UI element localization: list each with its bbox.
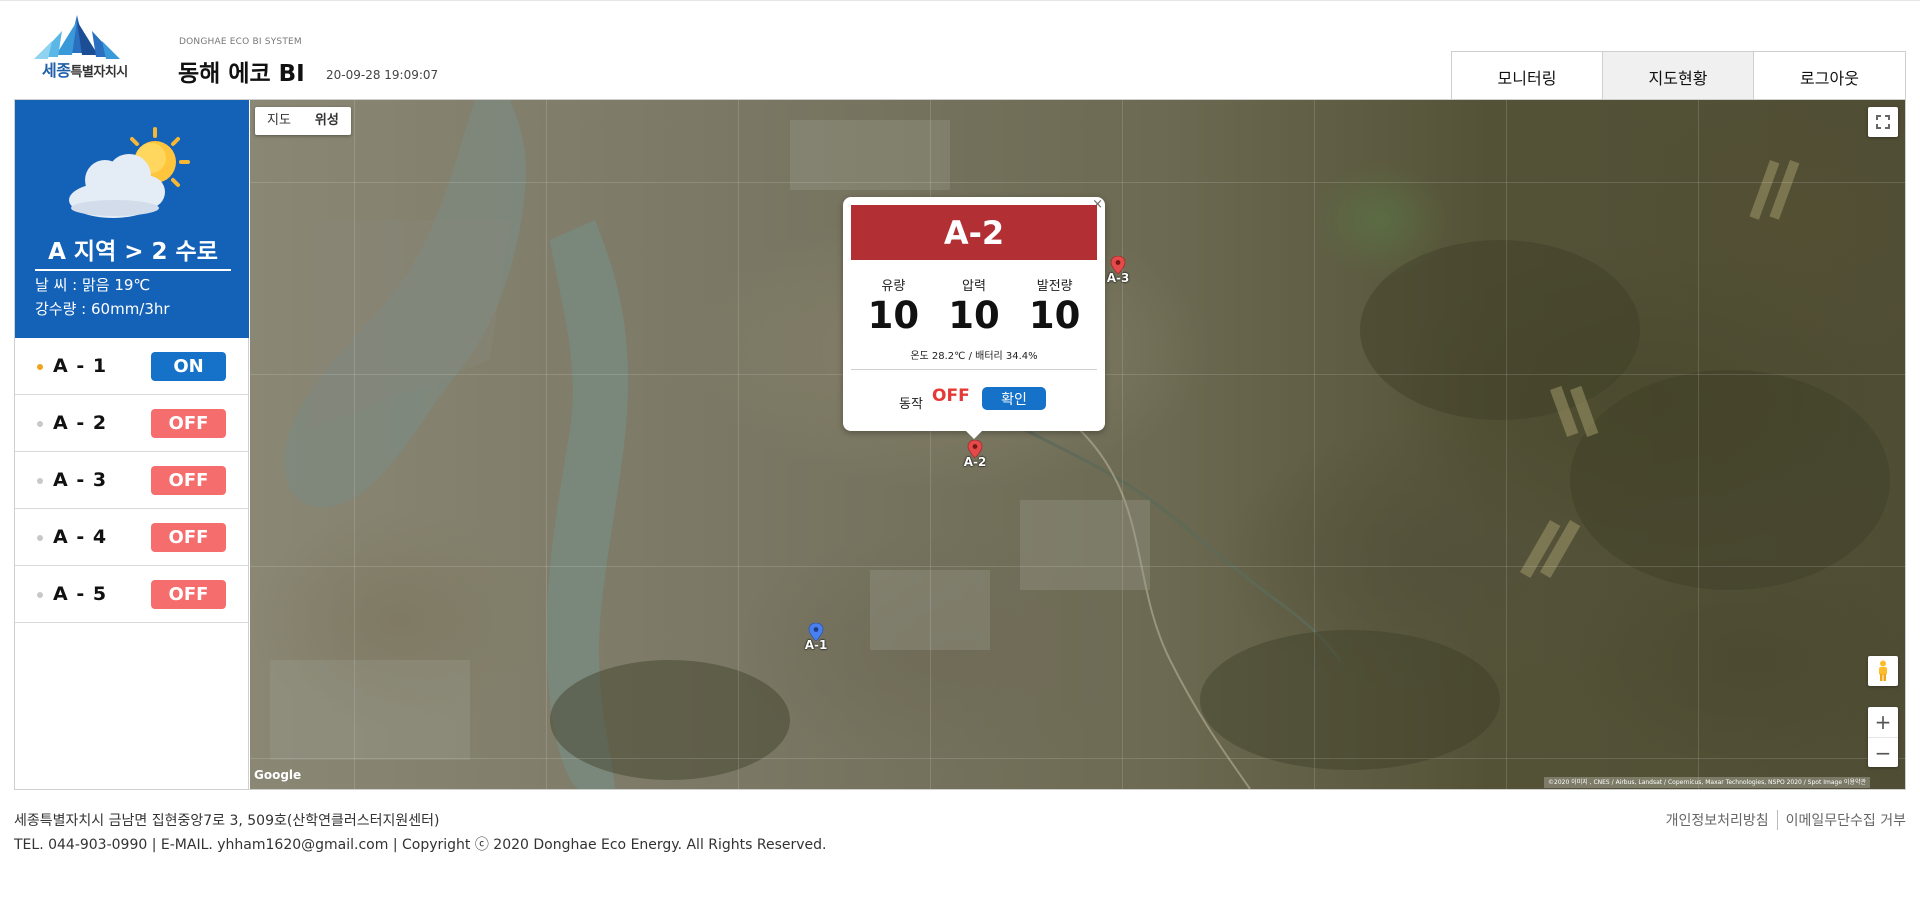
map-tile-line bbox=[250, 566, 1905, 567]
header: 세종특별자치시 DONGHAE ECO BI SYSTEM 동해 에코 BI 2… bbox=[0, 0, 1920, 101]
map-marker-a2[interactable]: A-2 bbox=[960, 440, 990, 470]
status-dot bbox=[37, 478, 43, 484]
metric-label: 유량 bbox=[881, 279, 906, 294]
map-attribution[interactable]: ©2020 이미지 , CNES / Airbus, Landsat / Cop… bbox=[1544, 777, 1871, 788]
popup-metrics: 유량 10 압력 10 발전량 10 bbox=[853, 275, 1095, 338]
fullscreen-button[interactable] bbox=[1868, 107, 1898, 137]
metric-flow: 유량 10 bbox=[853, 275, 934, 338]
station-item-a1[interactable]: A - 1 ON bbox=[15, 338, 248, 395]
logo-text: 세종특별자치시 bbox=[42, 57, 128, 81]
station-name: A - 4 bbox=[53, 526, 108, 548]
nav-logout-button[interactable]: 로그아웃 bbox=[1754, 52, 1905, 101]
station-toggle-button[interactable]: OFF bbox=[151, 409, 226, 438]
map-tile-line bbox=[1122, 100, 1123, 789]
region-title: A 지역 > 2 수로 bbox=[35, 232, 231, 271]
map-tile-line bbox=[250, 758, 1905, 759]
popup-divider bbox=[851, 369, 1097, 370]
station-name: A - 1 bbox=[53, 355, 108, 377]
temperature-battery: 온도 28.2℃ / 배터리 34.4% bbox=[910, 351, 1038, 362]
station-item-a4[interactable]: A - 4 OFF bbox=[15, 509, 248, 566]
map-type-roadmap-button[interactable]: 지도 bbox=[255, 107, 303, 135]
status-dot bbox=[37, 364, 43, 370]
privacy-policy-link[interactable]: 개인정보처리방침 bbox=[1666, 810, 1769, 830]
station-name: A - 5 bbox=[53, 583, 108, 605]
zoom-control: + − bbox=[1868, 707, 1898, 767]
email-collection-refusal-link[interactable]: 이메일무단수집 거부 bbox=[1786, 810, 1906, 830]
marker-label: A-3 bbox=[1106, 271, 1130, 285]
confirm-button[interactable]: 확인 bbox=[982, 387, 1046, 410]
map-tile-line bbox=[1698, 100, 1699, 789]
google-logo: Google bbox=[254, 768, 302, 782]
metric-generation: 발전량 10 bbox=[1014, 275, 1095, 338]
operation-label: 동작 bbox=[899, 397, 923, 412]
fullscreen-icon bbox=[1876, 115, 1890, 129]
station-item-a5[interactable]: A - 5 OFF bbox=[15, 566, 248, 623]
logo-text-main: 세종 bbox=[42, 61, 71, 80]
map-tile-line bbox=[1314, 100, 1315, 789]
pegman-icon bbox=[1879, 660, 1887, 681]
top-nav: 모니터링 지도현황 로그아웃 bbox=[1451, 51, 1906, 101]
map-tile-line bbox=[354, 100, 355, 789]
map-tile-line bbox=[250, 182, 1905, 183]
station-item-a3[interactable]: A - 3 OFF bbox=[15, 452, 248, 509]
popup-title: A-2 bbox=[851, 205, 1097, 260]
page-title: 동해 에코 BI bbox=[178, 61, 305, 87]
footer-copyright: TEL. 044-903-0990 | E-MAIL. yhham1620@gm… bbox=[14, 837, 827, 853]
footer-links: 개인정보처리방침 이메일무단수집 거부 bbox=[1666, 810, 1906, 830]
operation-state: OFF bbox=[932, 386, 970, 406]
station-toggle-button[interactable]: OFF bbox=[151, 466, 226, 495]
status-dot bbox=[37, 421, 43, 427]
status-dot bbox=[37, 535, 43, 541]
sidebar: A 지역 > 2 수로 날 씨 : 맑음 19℃ 강수량 : 60mm/3hr … bbox=[15, 100, 249, 789]
weather-panel: A 지역 > 2 수로 날 씨 : 맑음 19℃ 강수량 : 60mm/3hr bbox=[15, 100, 249, 338]
station-name: A - 2 bbox=[53, 412, 108, 434]
metric-value: 10 bbox=[1028, 294, 1081, 337]
zoom-out-button[interactable]: − bbox=[1868, 737, 1898, 767]
station-info-popup: × A-2 유량 10 압력 10 발전량 10 온도 28.2℃ / 배터리 … bbox=[843, 197, 1105, 439]
map-type-satellite-button[interactable]: 위성 bbox=[303, 107, 351, 135]
current-datetime: 20-09-28 19:09:07 bbox=[326, 68, 439, 82]
footer-divider bbox=[1776, 810, 1778, 830]
map-type-control: 지도 위성 bbox=[255, 107, 351, 135]
map-marker-a3[interactable]: A-3 bbox=[1103, 256, 1133, 286]
metric-value: 10 bbox=[867, 294, 920, 337]
sejong-logo[interactable]: 세종특별자치시 bbox=[32, 15, 162, 87]
station-toggle-button[interactable]: OFF bbox=[151, 580, 226, 609]
marker-label: A-2 bbox=[963, 455, 987, 469]
main-frame: A 지역 > 2 수로 날 씨 : 맑음 19℃ 강수량 : 60mm/3hr … bbox=[14, 99, 1906, 790]
logo-text-sub: 특별자치시 bbox=[70, 65, 128, 80]
map-tile-line bbox=[738, 100, 739, 789]
nav-map-status-button[interactable]: 지도현황 bbox=[1603, 52, 1754, 101]
logo-emblem-icon bbox=[34, 15, 120, 59]
station-toggle-button[interactable]: OFF bbox=[151, 523, 226, 552]
metric-label: 발전량 bbox=[1036, 279, 1073, 294]
metric-pressure: 압력 10 bbox=[934, 275, 1015, 338]
metric-label: 압력 bbox=[962, 279, 986, 294]
map-tile-line bbox=[1506, 100, 1507, 789]
footer-address: 세종특별자치시 금남면 집현중앙7로 3, 509호(산학연클러스터지원센터) bbox=[14, 813, 440, 829]
weather-condition: 날 씨 : 맑음 19℃ bbox=[35, 276, 151, 294]
station-toggle-button[interactable]: ON bbox=[151, 352, 226, 381]
zoom-in-button[interactable]: + bbox=[1868, 707, 1898, 737]
system-subtitle: DONGHAE ECO BI SYSTEM bbox=[179, 37, 302, 47]
map-tile-line bbox=[546, 100, 547, 789]
status-dot bbox=[37, 592, 43, 598]
satellite-map[interactable]: 지도 위성 + − Google ©2020 이미지 , CNES / Airb… bbox=[250, 100, 1905, 789]
station-name: A - 3 bbox=[53, 469, 108, 491]
street-view-pegman-button[interactable] bbox=[1868, 656, 1898, 686]
nav-monitoring-button[interactable]: 모니터링 bbox=[1452, 52, 1603, 101]
marker-label: A-1 bbox=[804, 638, 828, 652]
station-item-a2[interactable]: A - 2 OFF bbox=[15, 395, 248, 452]
map-marker-a1[interactable]: A-1 bbox=[801, 623, 831, 653]
partly-cloudy-icon bbox=[69, 127, 190, 218]
metric-value: 10 bbox=[948, 294, 1000, 337]
rainfall: 강수량 : 60mm/3hr bbox=[35, 300, 170, 318]
